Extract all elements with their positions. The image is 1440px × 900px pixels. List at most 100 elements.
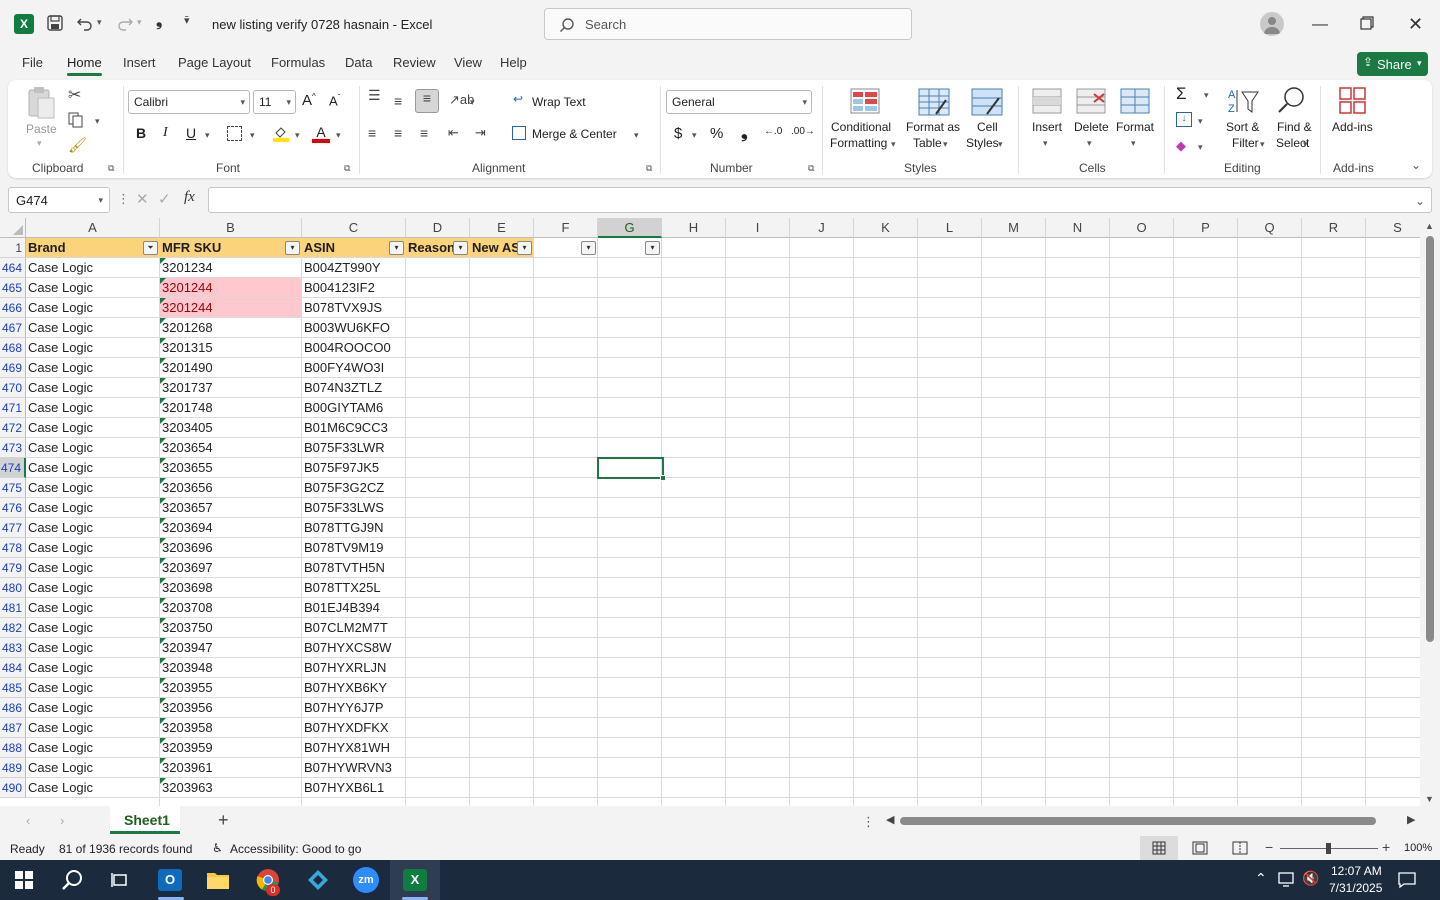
row-header[interactable]: 466 (0, 298, 26, 318)
format-as-table-dropdown-icon[interactable]: ▾ (943, 139, 948, 150)
empty-cell[interactable] (918, 758, 982, 778)
empty-cell[interactable] (1302, 798, 1366, 806)
empty-cell[interactable] (1110, 718, 1174, 738)
empty-cell[interactable] (470, 658, 534, 678)
conditional-formatting-icon[interactable] (850, 88, 880, 117)
empty-cell[interactable] (790, 658, 854, 678)
empty-cell[interactable] (470, 618, 534, 638)
empty-cell[interactable] (790, 358, 854, 378)
empty-cell[interactable] (598, 738, 662, 758)
empty-cell[interactable] (726, 338, 790, 358)
empty-cell[interactable] (1302, 538, 1366, 558)
filter-dropdown-icon[interactable]: ▾ (581, 241, 596, 255)
sort-filter-label2[interactable]: Filter (1232, 136, 1259, 150)
asin-cell[interactable]: B07HYWRVN3 (302, 758, 406, 778)
sku-cell[interactable]: 3203948 (160, 658, 302, 678)
empty-cell[interactable] (918, 598, 982, 618)
empty-cell[interactable] (1046, 498, 1110, 518)
empty-cell[interactable] (470, 598, 534, 618)
paste-icon[interactable] (26, 86, 56, 120)
empty-cell[interactable] (1302, 598, 1366, 618)
empty-cell[interactable] (1110, 338, 1174, 358)
empty-cell[interactable] (726, 578, 790, 598)
empty-cell[interactable] (406, 278, 470, 298)
empty-cell[interactable] (726, 718, 790, 738)
empty-cell[interactable] (854, 438, 918, 458)
empty-cell[interactable] (1174, 778, 1238, 798)
empty-cell[interactable] (1302, 478, 1366, 498)
filter-dropdown-icon[interactable]: ▾ (389, 241, 404, 255)
empty-cell[interactable] (598, 298, 662, 318)
clipboard-launcher-icon[interactable]: ⧉ (108, 163, 114, 174)
empty-cell[interactable] (1046, 738, 1110, 758)
empty-cell[interactable] (662, 718, 726, 738)
filter-dropdown-icon[interactable]: ▾ (517, 241, 532, 255)
empty-cell[interactable] (662, 298, 726, 318)
empty-cell[interactable] (1174, 658, 1238, 678)
empty-cell[interactable] (406, 398, 470, 418)
empty-cell[interactable] (982, 498, 1046, 518)
empty-cell[interactable] (1046, 398, 1110, 418)
empty-cell[interactable] (598, 518, 662, 538)
empty-cell[interactable] (854, 698, 918, 718)
empty-cell[interactable] (406, 618, 470, 638)
empty-cell[interactable] (598, 638, 662, 658)
empty-cell[interactable] (470, 338, 534, 358)
cell-styles-icon[interactable] (971, 88, 1003, 119)
empty-cell[interactable] (1238, 418, 1302, 438)
empty-cell[interactable] (1238, 658, 1302, 678)
horizontal-scroll-thumb[interactable] (900, 817, 1376, 825)
brand-cell[interactable]: Case Logic (26, 318, 160, 338)
empty-cell[interactable] (1302, 318, 1366, 338)
empty-cell[interactable] (1366, 298, 1420, 318)
decrease-decimal-icon[interactable]: .00→ (791, 126, 815, 137)
empty-cell[interactable] (1366, 698, 1420, 718)
empty-cell[interactable] (534, 798, 598, 806)
empty-cell[interactable] (1238, 358, 1302, 378)
empty-cell[interactable] (726, 358, 790, 378)
empty-cell[interactable] (1238, 798, 1302, 806)
empty-cell[interactable] (534, 478, 598, 498)
brand-cell[interactable]: Case Logic (26, 718, 160, 738)
undo-dropdown-icon[interactable]: ▾ (97, 17, 102, 28)
tab-data[interactable]: Data (345, 55, 372, 70)
asin-cell[interactable]: B075F33LWR (302, 438, 406, 458)
format-cells-label[interactable]: Format (1116, 120, 1154, 134)
column-header-g[interactable]: G (598, 218, 662, 238)
copy-dropdown-icon[interactable]: ▾ (95, 116, 100, 127)
sheet-prev-icon[interactable]: ‹ (26, 813, 30, 828)
empty-cell[interactable] (662, 618, 726, 638)
scroll-right-icon[interactable]: ▶ (1407, 813, 1415, 826)
empty-cell[interactable] (406, 298, 470, 318)
empty-cell[interactable] (982, 718, 1046, 738)
empty-cell[interactable] (1046, 478, 1110, 498)
insert-cells-label[interactable]: Insert (1032, 120, 1062, 134)
empty-cell[interactable] (470, 578, 534, 598)
empty-cell[interactable] (598, 498, 662, 518)
empty-cell[interactable] (470, 418, 534, 438)
account-avatar-icon[interactable] (1260, 12, 1284, 36)
empty-cell[interactable] (1302, 638, 1366, 658)
empty-cell[interactable] (1110, 398, 1174, 418)
restore-icon[interactable] (1360, 16, 1374, 33)
empty-cell[interactable] (790, 558, 854, 578)
empty-cell[interactable] (790, 318, 854, 338)
empty-cell[interactable] (662, 258, 726, 278)
empty-cell[interactable] (1110, 498, 1174, 518)
empty-cell[interactable] (918, 298, 982, 318)
empty-cell[interactable] (406, 558, 470, 578)
fill-handle[interactable] (660, 475, 666, 481)
empty-cell[interactable] (790, 238, 854, 258)
autosum-dropdown-icon[interactable]: ▾ (1204, 90, 1209, 101)
empty-cell[interactable] (1174, 698, 1238, 718)
empty-cell[interactable] (1238, 578, 1302, 598)
empty-cell[interactable] (1302, 778, 1366, 798)
empty-cell[interactable] (1302, 358, 1366, 378)
empty-cell[interactable] (598, 538, 662, 558)
sku-cell[interactable]: 3203657 (160, 498, 302, 518)
empty-cell[interactable] (854, 338, 918, 358)
search-box[interactable]: Search (544, 8, 912, 40)
empty-cell[interactable] (726, 558, 790, 578)
minimize-icon[interactable]: — (1312, 16, 1328, 34)
font-size-combo[interactable]: 11 ▾ (253, 90, 296, 114)
